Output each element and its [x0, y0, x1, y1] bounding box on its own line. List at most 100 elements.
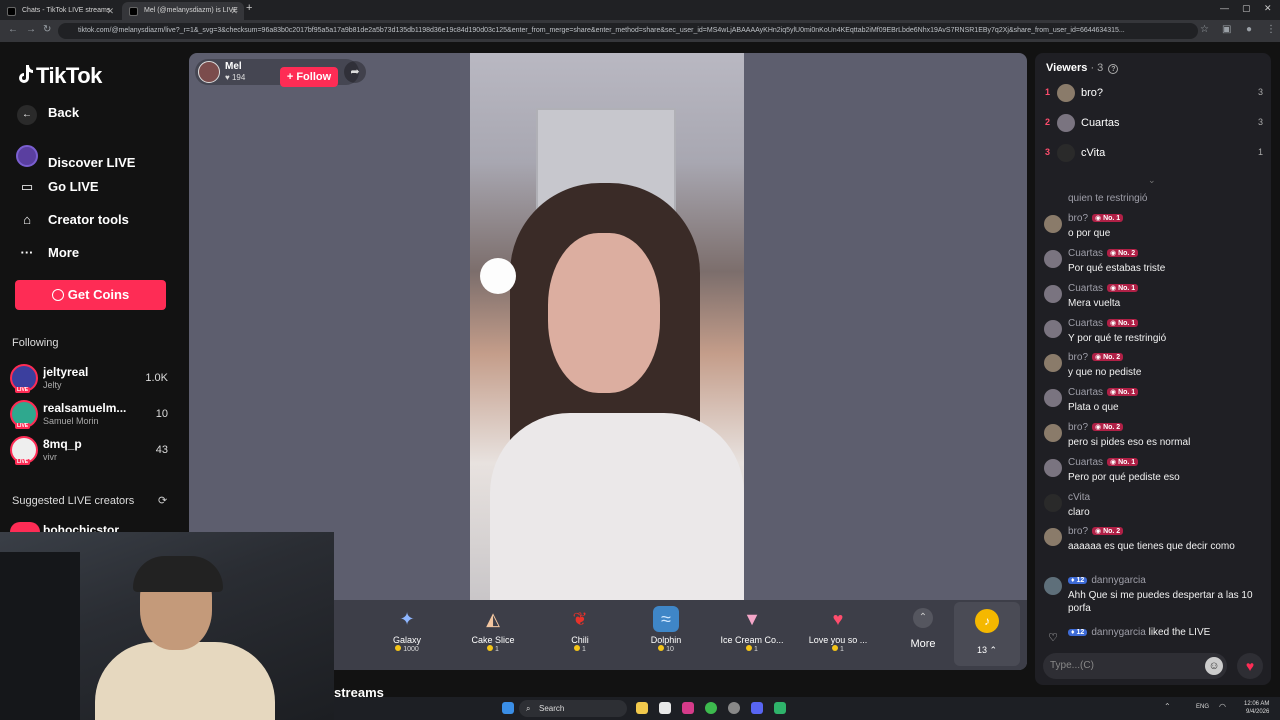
reload-icon[interactable]: ↻ — [43, 24, 51, 35]
chat-text: Plata o que — [1068, 402, 1119, 413]
wifi-icon[interactable]: ◠ — [1219, 702, 1226, 711]
tray-chevron-icon[interactable]: ⌃ — [1164, 702, 1171, 711]
chrome-icon[interactable] — [705, 702, 717, 714]
discord-icon[interactable] — [751, 702, 763, 714]
gift-item-chili[interactable]: ❦ Chili 1 — [540, 606, 620, 653]
url-field[interactable]: tiktok.com/@melanysdiazm/live?_r=1&_svg=… — [58, 23, 1198, 39]
close-tab-icon[interactable]: ✕ — [230, 2, 238, 20]
windows-start-icon[interactable] — [502, 702, 514, 714]
like-event-user[interactable]: dannygarcia — [1091, 627, 1145, 638]
taskbar-search[interactable]: ⌕ Search — [519, 700, 627, 717]
gift-item-cake-slice[interactable]: ◭ Cake Slice 1 — [453, 606, 533, 653]
close-tab-icon[interactable]: ✕ — [106, 2, 114, 20]
suggested-item-name[interactable]: bohochicstor... — [43, 523, 128, 532]
notepad-icon[interactable] — [659, 702, 671, 714]
viewer-row[interactable]: 2 Cuartas 3 — [1045, 113, 1263, 135]
nav-go-live[interactable]: ▭ Go LIVE — [16, 179, 99, 195]
nav-back[interactable]: ← Back — [16, 105, 79, 125]
file-explorer-icon[interactable] — [636, 702, 648, 714]
avatar[interactable] — [1044, 528, 1062, 546]
new-tab-icon[interactable]: + — [246, 2, 252, 14]
chat-username[interactable]: Cuartas ◉ No. 2 — [1068, 248, 1139, 259]
clock[interactable]: 12:06 AM 9/4/2026 — [1244, 700, 1269, 716]
following-item-8mq_p[interactable]: LIVE 8mq_p vivr 43 — [10, 436, 180, 466]
coin-icon — [487, 645, 494, 651]
chat-username[interactable]: Cuartas ◉ No. 1 — [1068, 283, 1139, 294]
avatar[interactable] — [1044, 354, 1062, 372]
following-item-realsamuelm[interactable]: LIVE realsamuelm... Samuel Morin 10 — [10, 400, 180, 430]
cake-slice-icon: ◭ — [486, 609, 500, 629]
app-icon[interactable] — [682, 702, 694, 714]
share-icon[interactable]: ➦ — [344, 61, 366, 83]
chat-username[interactable]: bro? ◉ No. 2 — [1068, 422, 1124, 433]
chat-username[interactable]: ♦ 12 dannygarcia — [1068, 575, 1146, 586]
nav-more[interactable]: ··· More — [16, 245, 80, 260]
avatar[interactable] — [1044, 320, 1062, 338]
more-gifts-button[interactable]: ⌃ More — [900, 608, 946, 650]
live-video[interactable] — [470, 53, 744, 600]
nav-discover-live[interactable]: Discover LIVE — [16, 145, 135, 170]
gift-item-dolphin[interactable]: ≈ Dolphin 10 — [626, 606, 706, 653]
chat-username-text: cVita — [1068, 492, 1091, 503]
shirt-shape — [490, 413, 744, 600]
chat-username-text: Cuartas — [1068, 318, 1104, 329]
like-heart-button[interactable]: ♥ — [1237, 653, 1263, 679]
following-item-jeltyreal[interactable]: LIVE jeltyreal Jelty 1.0K — [10, 364, 180, 394]
galaxy-icon: ✦ — [399, 609, 415, 629]
language-indicator[interactable]: ENG — [1196, 704, 1209, 710]
refresh-icon[interactable]: ⟳ — [158, 494, 167, 507]
follow-button[interactable]: + Follow — [280, 67, 338, 87]
browser-tab-chats[interactable]: Chats - TikTok LIVE streams ✕ — [0, 2, 120, 20]
extensions-icon[interactable]: ▣ — [1222, 24, 1231, 35]
chat-username[interactable]: Cuartas ◉ No. 1 — [1068, 318, 1139, 329]
bookmark-star-icon[interactable]: ☆ — [1200, 24, 1209, 35]
tiktok-logo[interactable]: TikTok — [17, 63, 102, 89]
chat-text: Pero por qué pediste eso — [1068, 472, 1180, 483]
chat-username[interactable]: bro? ◉ No. 1 — [1068, 213, 1124, 224]
host-avatar[interactable] — [198, 61, 220, 83]
gift-item-galaxy[interactable]: ✦ Galaxy 1000 — [367, 606, 447, 653]
avatar[interactable] — [1044, 215, 1062, 233]
viewer-row[interactable]: 3 cVita 1 — [1045, 143, 1263, 165]
maximize-icon[interactable]: ▢ — [1242, 3, 1251, 14]
coin-balance-button[interactable]: ♪ 13 ⌃ — [954, 602, 1020, 666]
chat-username-text: bro? — [1068, 213, 1089, 224]
avatar[interactable] — [1044, 285, 1062, 303]
chat-username[interactable]: Cuartas ◉ No. 1 — [1068, 387, 1139, 398]
avatar[interactable] — [1044, 494, 1062, 512]
gift-item-ice-cream[interactable]: ▼ Ice Cream Co... 1 — [712, 606, 792, 653]
viewer-row[interactable]: 1 bro? 3 — [1045, 83, 1263, 105]
viewer-name: Cuartas — [1081, 117, 1120, 129]
get-coins-button[interactable]: Get Coins — [15, 280, 166, 310]
app-icon[interactable] — [774, 702, 786, 714]
avatar[interactable] — [1044, 389, 1062, 407]
menu-dots-icon[interactable]: ⋮ — [1266, 24, 1276, 35]
profile-icon[interactable]: ● — [1246, 24, 1252, 35]
browser-icon[interactable] — [728, 702, 740, 714]
chat-input[interactable]: Type...(C) ☺ — [1043, 653, 1227, 679]
chat-username[interactable]: cVita — [1068, 492, 1090, 503]
avatar[interactable] — [1044, 424, 1062, 442]
emoji-icon[interactable]: ☺ — [1205, 657, 1223, 675]
chat-username-text: bro? — [1068, 526, 1089, 537]
gift-item-love-you[interactable]: ♥ Love you so ... 1 — [798, 606, 878, 653]
info-icon[interactable]: ? — [1108, 64, 1119, 74]
host-badge[interactable]: Mel ♥ 194 + Follow — [195, 59, 359, 87]
level-value: 12 — [1076, 629, 1085, 636]
nav-creator-tools[interactable]: ⌂ Creator tools — [16, 212, 129, 227]
chevron-down-icon[interactable]: ⌄ — [1148, 175, 1156, 186]
avatar[interactable] — [1044, 250, 1062, 268]
window-close-icon[interactable]: ✕ — [1264, 3, 1272, 14]
forward-arrow-icon[interactable]: → — [26, 24, 36, 35]
back-arrow-icon[interactable]: ← — [8, 24, 18, 35]
minimize-icon[interactable]: — — [1220, 3, 1229, 13]
gift-price: 10 — [626, 645, 706, 653]
chat-username[interactable]: bro? ◉ No. 2 — [1068, 526, 1124, 537]
chat-username[interactable]: Cuartas ◉ No. 1 — [1068, 457, 1139, 468]
browser-tab-live[interactable]: Mel (@melanysdiazm) is LIVE ✕ — [122, 2, 244, 20]
avatar[interactable] — [1044, 577, 1062, 595]
chili-icon: ❦ — [572, 609, 588, 629]
chat-username[interactable]: bro? ◉ No. 2 — [1068, 352, 1124, 363]
suggested-avatar — [10, 522, 40, 532]
avatar[interactable] — [1044, 459, 1062, 477]
